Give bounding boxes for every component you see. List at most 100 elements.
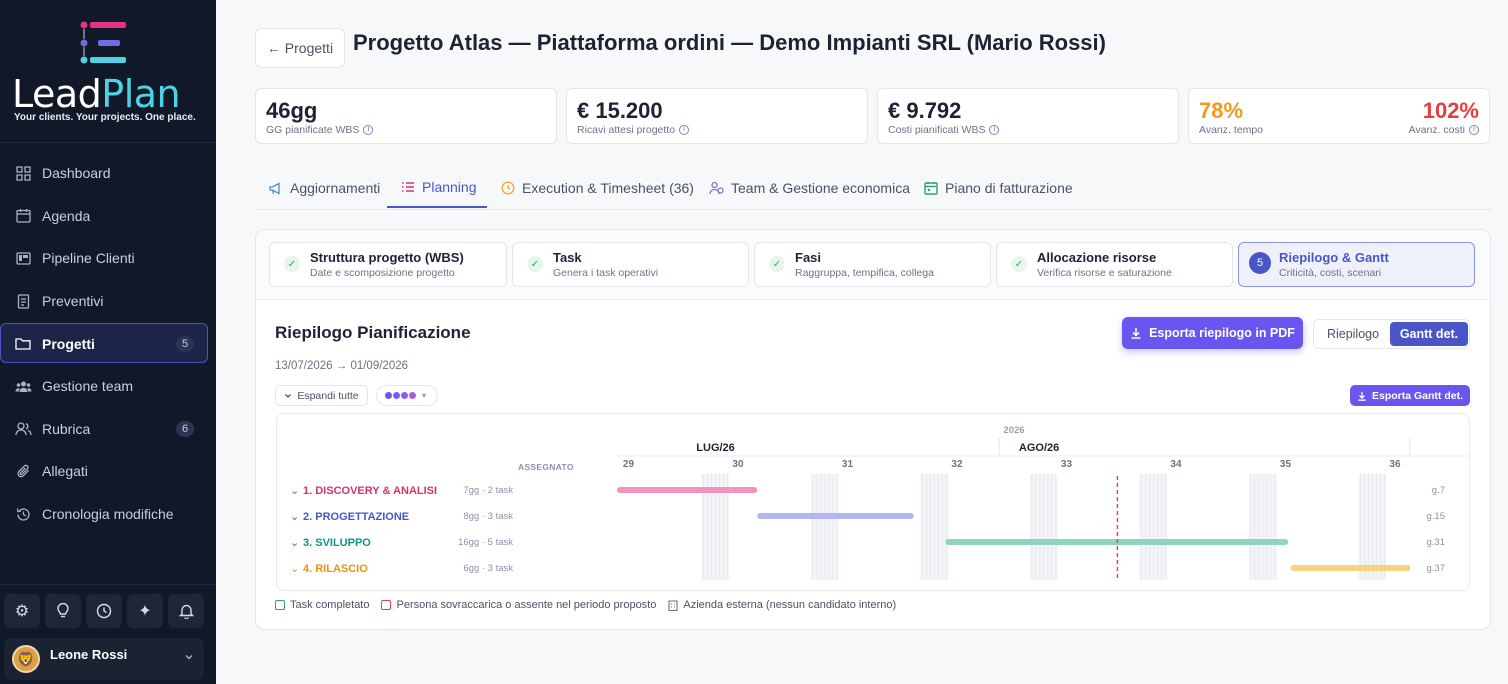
- check-icon: ✓: [527, 256, 543, 272]
- calendar-icon: [924, 181, 938, 195]
- sidebar-item-label: Rubrica: [42, 420, 91, 437]
- color-dot: [409, 392, 416, 399]
- step-fasi[interactable]: ✓ Fasi Raggruppa, tempifica, collega: [754, 242, 991, 287]
- sidebar-item-pipeline[interactable]: Pipeline Clienti: [0, 237, 216, 280]
- clock-icon: [501, 181, 515, 195]
- step-title: Fasi: [795, 250, 822, 265]
- phase-label[interactable]: 2. PROGETTAZIONE: [303, 511, 409, 523]
- phase-end-label: g.7: [1432, 485, 1445, 496]
- step-task[interactable]: ✓ Task Genera i task operativi: [512, 242, 749, 287]
- gantt-legend: Task completato Persona sovraccarica o a…: [275, 599, 896, 611]
- gantt-week-label: 31: [842, 459, 854, 470]
- chevron-down-icon[interactable]: ⌄: [290, 511, 299, 523]
- step-allocazione[interactable]: ✓ Allocazione risorse Verifica risorse e…: [996, 242, 1233, 287]
- kpi-cost-label: Avanz. costi i: [1409, 124, 1479, 136]
- sidebar-item-dashboard[interactable]: Dashboard: [0, 152, 216, 195]
- step-subtitle: Genera i task operativi: [553, 267, 659, 279]
- tips-button[interactable]: [45, 594, 81, 628]
- brand-tagline: Your clients. Your projects. One place.: [14, 112, 196, 123]
- gantt-week-label: 32: [951, 459, 963, 470]
- tab-fatturazione[interactable]: Piano di fatturazione: [924, 168, 1073, 208]
- phase-end-label: g.15: [1427, 511, 1446, 522]
- legend-swatch: [381, 600, 392, 610]
- step-title: Allocazione risorse: [1037, 250, 1157, 265]
- gear-icon: ⚙: [14, 603, 30, 620]
- gantt-chart: 2026 LUG/26 AGO/26 SET/26 ASSEGNATO 29 30 31 32 3…: [276, 413, 1470, 591]
- view-toggle: Riepilogo Gantt det.: [1313, 319, 1470, 349]
- grid-icon: [14, 164, 32, 182]
- tab-aggiornamenti[interactable]: Aggiornamenti: [269, 168, 380, 208]
- clock-icon: [96, 603, 112, 619]
- history-button[interactable]: [86, 594, 122, 628]
- gantt-week-label: 35: [1280, 459, 1292, 470]
- ai-button[interactable]: ✦: [127, 594, 163, 628]
- sidebar-item-cronologia[interactable]: Cronologia modifiche: [0, 493, 216, 536]
- check-icon: ✓: [769, 256, 785, 272]
- sidebar-divider: [0, 584, 216, 585]
- kpi-label: GG pianificate WBS i: [266, 124, 374, 136]
- chevron-down-icon[interactable]: ⌄: [290, 563, 299, 575]
- kpi-time-value: 78%: [1199, 98, 1244, 123]
- phase-bar[interactable]: [617, 487, 758, 493]
- team-icon: [709, 181, 724, 195]
- sidebar-item-gestione-team[interactable]: Gestione team: [0, 365, 216, 408]
- export-gantt-button[interactable]: Esporta Gantt det.: [1350, 385, 1470, 406]
- phase-bar[interactable]: [757, 513, 914, 519]
- chevron-down-icon[interactable]: ⌄: [290, 485, 299, 497]
- history-icon: [14, 505, 32, 523]
- notifications-button[interactable]: [168, 594, 204, 628]
- export-pdf-button[interactable]: Esporta riepilogo in PDF: [1122, 317, 1303, 349]
- info-icon[interactable]: i: [1469, 125, 1479, 136]
- sidebar-item-preventivi[interactable]: Preventivi: [0, 280, 216, 323]
- kpi-cost-value: 102%: [1422, 98, 1479, 123]
- chevron-down-icon[interactable]: ⌄: [290, 537, 299, 549]
- view-summary-button[interactable]: Riepilogo: [1316, 322, 1390, 346]
- avatar: 🦁: [12, 645, 40, 673]
- phase-end-label: g.37: [1427, 563, 1446, 574]
- phase-bar[interactable]: [1290, 565, 1414, 571]
- sidebar-item-progetti[interactable]: Progetti 5: [0, 322, 208, 365]
- phase-label[interactable]: 1. DISCOVERY & ANALISI: [303, 485, 437, 497]
- kpi-label: Ricavi attesi progetto i: [577, 124, 690, 136]
- user-menu[interactable]: 🦁 Leone Rossi: [4, 638, 204, 680]
- color-dot: [401, 392, 408, 399]
- sidebar-item-agenda[interactable]: Agenda: [0, 195, 216, 238]
- phase-label[interactable]: 4. RILASCIO: [303, 563, 368, 575]
- page-title: Progetto Atlas — Piattaforma ordini — De…: [353, 30, 1106, 55]
- sidebar-nav: Dashboard Agenda Pipeline Clienti Preven…: [0, 152, 216, 535]
- phase-label[interactable]: 3. SVILUPPO: [303, 537, 371, 549]
- tab-bar: Aggiornamenti Planning Execution & Times…: [255, 168, 1491, 210]
- tab-team[interactable]: Team & Gestione economica: [709, 168, 910, 208]
- expand-all-button[interactable]: Espandi tutte: [275, 385, 368, 406]
- team-icon: [14, 377, 32, 395]
- list-icon: [401, 181, 415, 193]
- back-button[interactable]: ← Progetti: [255, 28, 345, 68]
- kpi-value: € 9.792: [888, 98, 962, 123]
- kanban-icon: [14, 249, 32, 267]
- legend-swatch: [275, 600, 285, 610]
- chevron-down-icon: ▾: [422, 391, 427, 400]
- user-name: Leone Rossi: [50, 646, 128, 662]
- tab-planning[interactable]: Planning: [387, 168, 487, 208]
- color-filter-dropdown[interactable]: ▾: [376, 385, 438, 406]
- chevron-down-icon: [285, 393, 292, 398]
- brand-logo[interactable]: LeadPlan Your clients. Your projects. On…: [0, 16, 216, 136]
- settings-button[interactable]: ⚙: [4, 594, 40, 628]
- folder-icon: [14, 335, 32, 353]
- info-icon[interactable]: i: [363, 125, 374, 136]
- calendar-icon: [14, 207, 32, 225]
- step-riepilogo[interactable]: 5 Riepilogo & Gantt Criticità, costi, sc…: [1238, 242, 1475, 287]
- view-gantt-button[interactable]: Gantt det.: [1390, 322, 1468, 346]
- sparkle-icon: ✦: [138, 603, 152, 620]
- sidebar-item-label: Allegati: [42, 463, 88, 480]
- step-wbs[interactable]: ✓ Struttura progetto (WBS) Date e scompo…: [269, 242, 507, 287]
- gantt-week-label: 30: [732, 459, 744, 470]
- info-icon[interactable]: i: [679, 125, 690, 136]
- phase-meta: 8gg · 3 task: [463, 511, 513, 522]
- sidebar-item-rubrica[interactable]: Rubrica 6: [0, 408, 216, 451]
- kpi-revenue: € 15.200 Ricavi attesi progetto i: [566, 88, 868, 144]
- gantt-week-label: 29: [623, 459, 635, 470]
- tab-execution[interactable]: Execution & Timesheet (36): [501, 168, 694, 208]
- sidebar-item-allegati[interactable]: Allegati: [0, 450, 216, 493]
- info-icon[interactable]: i: [989, 125, 1000, 136]
